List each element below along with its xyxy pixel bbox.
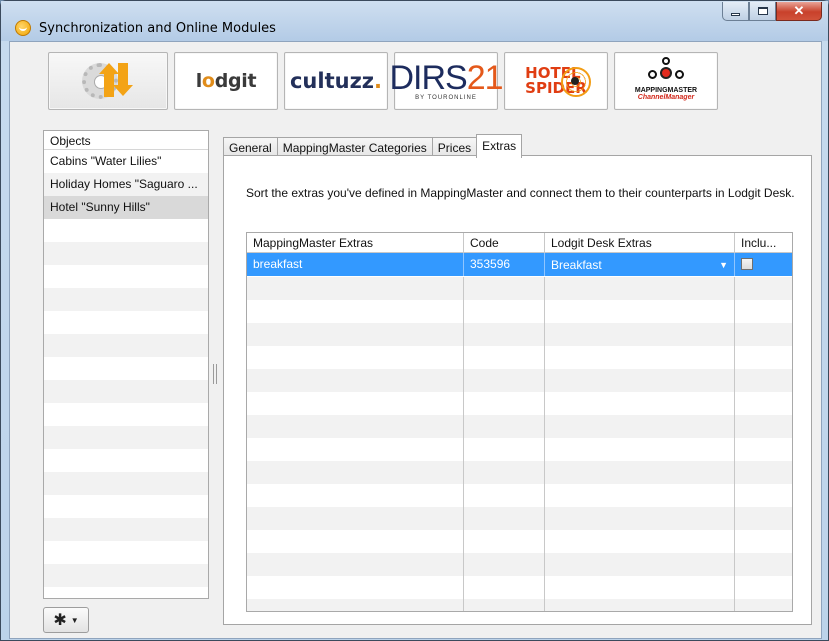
table-row[interactable]: breakfast 353596 Breakfast ▼ <box>247 253 792 276</box>
list-item <box>44 265 208 288</box>
mappingmaster-logo: MAPPINGMASTER ChannelManager <box>635 57 697 101</box>
column-header-lodgit-extras[interactable]: Lodgit Desk Extras <box>545 233 735 252</box>
list-item <box>44 334 208 357</box>
dropdown-value: Breakfast <box>551 257 602 272</box>
extras-instructions: Sort the extras you've defined in Mappin… <box>246 186 795 200</box>
column-header-code[interactable]: Code <box>464 233 545 252</box>
object-item-cabins[interactable]: Cabins "Water Lilies" <box>44 150 208 173</box>
minimize-icon <box>731 12 740 16</box>
list-item <box>44 311 208 334</box>
lodgit-extra-dropdown[interactable]: Breakfast ▼ <box>545 253 735 276</box>
sync-module-button[interactable] <box>48 52 168 110</box>
column-header-included[interactable]: Inclu... <box>735 233 792 252</box>
window-title: Synchronization and Online Modules <box>39 21 276 36</box>
dirs21-logo: DIRS21 BY TOURONLINE <box>389 59 503 101</box>
extras-panel: Sort the extras you've defined in Mappin… <box>223 155 812 625</box>
hotelspider-logo: HOTEL SPIDER <box>525 66 591 97</box>
arrow-down-icon <box>113 63 133 96</box>
tab-extras[interactable]: Extras <box>476 134 523 158</box>
table-header: MappingMaster Extras Code Lodgit Desk Ex… <box>247 233 792 253</box>
app-window: Synchronization and Online Modules ✕ lod… <box>0 0 829 641</box>
list-item <box>44 357 208 380</box>
objects-header: Objects <box>44 131 208 150</box>
client-area: lodgit cultuzz. DIRS21 BY TOURONLINE HOT… <box>9 41 822 639</box>
dirs21-module-button[interactable]: DIRS21 BY TOURONLINE <box>389 52 504 110</box>
list-item <box>44 472 208 495</box>
list-item <box>44 288 208 311</box>
list-item <box>44 518 208 541</box>
list-item <box>44 541 208 564</box>
list-item <box>44 380 208 403</box>
included-checkbox[interactable] <box>741 258 753 270</box>
cell-mm-extra[interactable]: breakfast <box>247 253 464 276</box>
empty-rows <box>247 277 792 611</box>
list-item <box>44 426 208 449</box>
cultuzz-module-button[interactable]: cultuzz. <box>284 52 388 110</box>
list-item <box>44 449 208 472</box>
hotelspider-module-button[interactable]: HOTEL SPIDER <box>504 52 608 110</box>
spider-icon <box>570 77 579 85</box>
list-item <box>44 403 208 426</box>
list-item <box>44 495 208 518</box>
object-item-hotel[interactable]: Hotel "Sunny Hills" <box>44 196 208 219</box>
maximize-icon <box>757 7 768 15</box>
gear-icon: ✱ <box>53 612 67 629</box>
mappingmaster-network-icon <box>646 57 686 83</box>
list-item <box>44 242 208 265</box>
cell-included <box>735 253 792 276</box>
maximize-button[interactable] <box>749 2 776 21</box>
dropdown-arrow-icon[interactable]: ▼ <box>719 260 728 270</box>
close-icon: ✕ <box>793 3 805 18</box>
lodgit-logo: lodgit <box>195 70 257 92</box>
list-item <box>44 564 208 587</box>
settings-menu-button[interactable]: ✱ ▼ <box>43 607 89 633</box>
title-bar[interactable]: Synchronization and Online Modules ✕ <box>1 1 828 41</box>
modules-toolbar: lodgit cultuzz. DIRS21 BY TOURONLINE HOT… <box>48 52 718 110</box>
cell-code[interactable]: 353596 <box>464 253 545 276</box>
window-controls: ✕ <box>722 2 822 21</box>
list-item <box>44 219 208 242</box>
mappingmaster-module-button[interactable]: MAPPINGMASTER ChannelManager <box>614 52 718 110</box>
object-item-holiday-homes[interactable]: Holiday Homes "Saguaro ... <box>44 173 208 196</box>
close-button[interactable]: ✕ <box>776 2 822 21</box>
sync-gear-arrows-icon <box>80 59 136 103</box>
minimize-button[interactable] <box>722 2 749 21</box>
column-header-mm-extras[interactable]: MappingMaster Extras <box>247 233 464 252</box>
lodgit-module-button[interactable]: lodgit <box>174 52 278 110</box>
objects-list[interactable]: Objects Cabins "Water Lilies" Holiday Ho… <box>43 130 209 599</box>
cultuzz-logo: cultuzz. <box>289 69 382 93</box>
splitter-handle[interactable] <box>213 364 217 384</box>
chevron-down-icon: ▼ <box>70 615 79 625</box>
extras-table[interactable]: MappingMaster Extras Code Lodgit Desk Ex… <box>246 232 793 612</box>
app-icon <box>15 20 31 36</box>
